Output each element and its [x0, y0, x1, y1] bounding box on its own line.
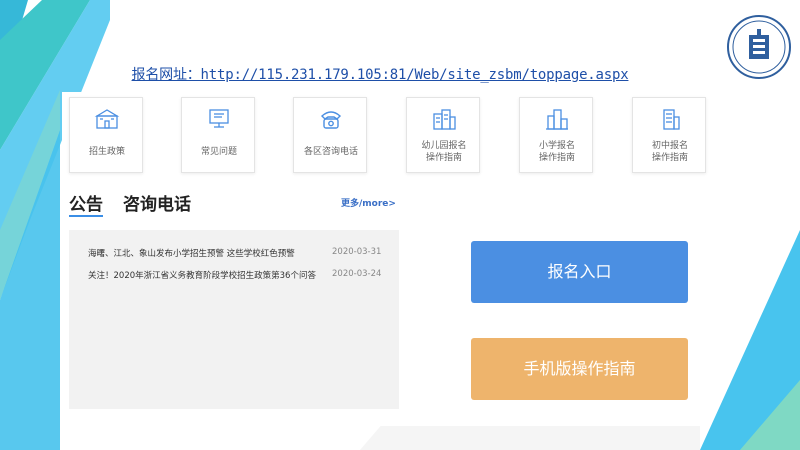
kindergarten-building-icon [407, 106, 481, 132]
registration-url-link[interactable]: 报名网址：http://115.231.179.105:81/Web/site_… [132, 67, 629, 83]
tab-consult-phones[interactable]: 咨询电话 [123, 190, 191, 215]
card-faq[interactable]: 常见问题 [181, 97, 255, 173]
telephone-icon [294, 106, 368, 132]
card-middle-guide[interactable]: 初中报名 操作指南 [632, 97, 706, 173]
news-date: 2020-03-24 [332, 269, 382, 279]
card-kindergarten-guide[interactable]: 幼儿园报名 操作指南 [406, 97, 480, 173]
news-date: 2020-03-31 [332, 247, 382, 257]
news-title[interactable]: 关注！2020年浙江省义务教育阶段学校招生政策第36个问答 [88, 269, 316, 281]
news-list: 海曙、江北、象山发布小学招生预警 这些学校红色预警 2020-03-31 关注！… [69, 230, 399, 409]
monitor-question-icon [182, 106, 256, 132]
tab-announcements[interactable]: 公告 [69, 190, 103, 217]
card-label: 常见问题 [200, 147, 237, 157]
register-entry-button[interactable]: 报名入口 [471, 241, 688, 303]
primary-school-building-icon [520, 106, 594, 132]
registration-url[interactable]: 报名网址：http://115.231.179.105:81/Web/site_… [0, 64, 760, 84]
card-label: 各区咨询电话 [303, 147, 358, 157]
middle-school-building-icon [633, 106, 707, 132]
card-label: 初中报名 操作指南 [651, 141, 688, 163]
news-title[interactable]: 海曙、江北、象山发布小学招生预警 这些学校红色预警 [88, 247, 295, 259]
mobile-guide-button[interactable]: 手机版操作指南 [471, 338, 688, 400]
card-enrollment-policy[interactable]: 招生政策 [69, 97, 143, 173]
card-district-phones[interactable]: 各区咨询电话 [293, 97, 367, 173]
news-item[interactable]: 海曙、江北、象山发布小学招生预警 这些学校红色预警 2020-03-31 [88, 247, 388, 261]
card-label: 幼儿园报名 操作指南 [421, 141, 467, 163]
news-item[interactable]: 关注！2020年浙江省义务教育阶段学校招生政策第36个问答 2020-03-24 [88, 269, 388, 283]
card-primary-guide[interactable]: 小学报名 操作指南 [519, 97, 593, 173]
card-label: 招生政策 [88, 147, 125, 157]
quick-links: 招生政策 常见问题 各区咨询电话 幼儿园报名 操作指南 小学报名 操作指南 初中… [69, 97, 709, 173]
school-building-icon [70, 106, 144, 132]
card-label: 小学报名 操作指南 [538, 141, 575, 163]
more-link[interactable]: 更多/more> [341, 196, 396, 209]
